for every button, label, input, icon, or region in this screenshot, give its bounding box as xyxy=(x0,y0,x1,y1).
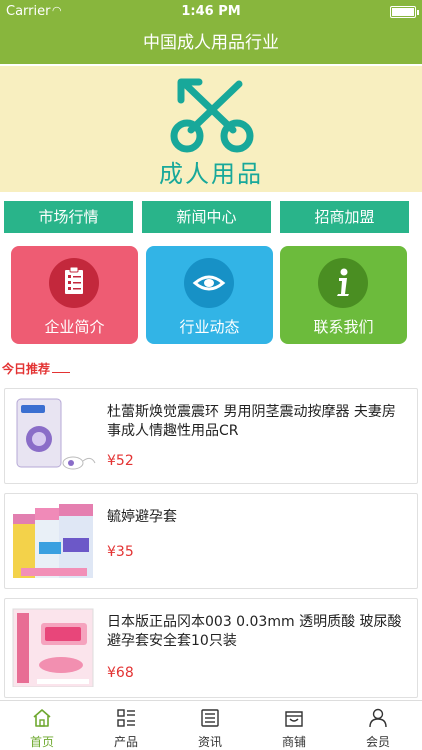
status-time: 1:46 PM xyxy=(181,4,241,19)
tab-store-label: 商铺 xyxy=(281,735,306,749)
tab-market[interactable]: 市场行情 xyxy=(4,201,133,233)
store-icon xyxy=(285,711,303,727)
page-title: 中国成人用品行业 xyxy=(143,33,279,53)
product-price: ¥35 xyxy=(107,544,134,560)
tab-home-label: 首页 xyxy=(29,735,54,749)
product-thumbnail xyxy=(16,398,96,470)
news-icon xyxy=(201,709,219,727)
category-tabs: 市场行情 新闻中心 招商加盟 xyxy=(0,201,422,233)
document-icon xyxy=(49,258,99,308)
product-thumbnail xyxy=(13,504,93,578)
product-price: ¥52 xyxy=(107,453,134,469)
tile-label: 联系我们 xyxy=(313,318,374,336)
banner-logo-icon xyxy=(170,78,254,153)
section-title: 今日推荐 xyxy=(2,360,70,377)
product-price: ¥68 xyxy=(107,665,134,681)
product-name: 毓婷避孕套 xyxy=(107,509,177,525)
product-card[interactable]: 毓婷避孕套 ¥35 xyxy=(4,493,418,589)
tab-member[interactable]: 会员 xyxy=(336,701,420,750)
product-card[interactable]: 日本版正品冈本003 0.03mm 透明质酸 玻尿酸 避孕套安全套10只装 ¥6… xyxy=(4,598,418,698)
banner[interactable]: 成人用品 xyxy=(0,64,422,192)
bottom-tab-bar: 首页 产品 资讯 商铺 会员 xyxy=(0,700,422,750)
status-bar: Carrier ◠ 1:46 PM xyxy=(0,0,422,24)
product-name: 日本版正品冈本003 0.03mm 透明质酸 玻尿酸 避孕套安全套10只装 xyxy=(107,614,402,649)
banner-text: 成人用品 xyxy=(159,160,263,188)
list-icon xyxy=(117,709,135,727)
eye-icon xyxy=(184,258,234,308)
tile-label: 企业简介 xyxy=(44,318,105,336)
tab-store[interactable]: 商铺 xyxy=(252,701,336,750)
user-icon xyxy=(369,708,387,728)
home-icon xyxy=(33,709,51,727)
tab-products[interactable]: 产品 xyxy=(84,701,168,750)
battery-icon xyxy=(390,6,419,18)
tab-news[interactable]: 新闻中心 xyxy=(142,201,271,233)
tile-company-intro[interactable]: 企业简介 xyxy=(11,246,138,344)
product-name: 杜蕾斯焕觉震震环 男用阴茎震动按摩器 夫妻房事成人情趣性用品CR xyxy=(107,404,396,439)
product-card[interactable]: 杜蕾斯焕觉震震环 男用阴茎震动按摩器 夫妻房事成人情趣性用品CR ¥52 xyxy=(4,388,418,484)
tab-news-feed[interactable]: 资讯 xyxy=(168,701,252,750)
tab-home[interactable]: 首页 xyxy=(0,701,84,750)
tab-member-label: 会员 xyxy=(365,735,390,749)
tile-industry-news[interactable]: 行业动态 xyxy=(146,246,273,344)
info-icon xyxy=(318,258,368,308)
tile-contact-us[interactable]: 联系我们 xyxy=(280,246,407,344)
tile-label: 行业动态 xyxy=(179,318,240,336)
section-underline xyxy=(52,372,70,373)
tab-news-feed-label: 资讯 xyxy=(197,735,222,749)
tab-franchise[interactable]: 招商加盟 xyxy=(280,201,409,233)
nav-bar: 中国成人用品行业 xyxy=(0,24,422,64)
tab-products-label: 产品 xyxy=(113,735,138,749)
product-thumbnail xyxy=(12,608,94,687)
section-title-text: 今日推荐 xyxy=(2,362,51,376)
